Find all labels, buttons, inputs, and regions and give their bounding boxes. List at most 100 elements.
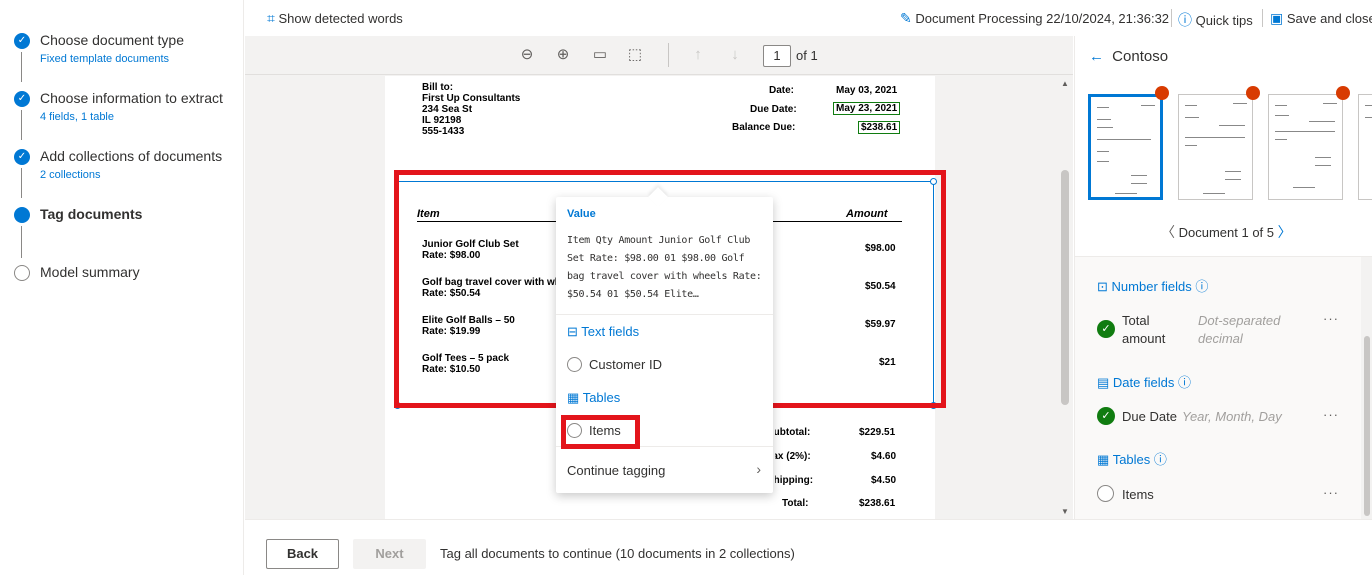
save-and-close-button[interactable]: ▣ Save and close: [1270, 10, 1372, 27]
quick-tips-label: Quick tips: [1195, 13, 1253, 28]
highlight-items-option: [561, 415, 640, 449]
document-thumbnail[interactable]: [1358, 94, 1372, 200]
step-title: Add collections of documents: [40, 148, 223, 164]
due-date-field[interactable]: Due Date: [1122, 408, 1177, 426]
tables-label: Tables: [582, 390, 621, 405]
checkmark-icon: ✓: [1097, 407, 1115, 425]
text-fields-label: Text fields: [581, 324, 640, 339]
step-subtitle: 2 collections: [40, 169, 101, 181]
text-fields-header: ⊟ Text fields: [567, 324, 639, 340]
back-button[interactable]: Back: [266, 539, 339, 569]
untagged-indicator: [1336, 86, 1350, 100]
scroll-down-icon[interactable]: ▼: [1061, 507, 1069, 516]
fit-page-icon[interactable]: ⬚: [626, 46, 644, 64]
arrow-up-icon[interactable]: ↑: [689, 46, 707, 64]
items-table-radio[interactable]: [1097, 485, 1114, 502]
total-amount-field[interactable]: Total amount: [1122, 312, 1182, 348]
customer-id-radio[interactable]: [567, 357, 582, 372]
more-icon[interactable]: ···: [1323, 407, 1339, 422]
due-date-value[interactable]: May 23, 2021: [833, 102, 901, 115]
step-title: Model summary: [40, 264, 140, 280]
step-title: Choose information to extract: [40, 90, 223, 106]
info-icon[interactable]: ⓘ: [1154, 452, 1167, 467]
document-navigator: 〈 Document 1 of 5 〉: [1161, 222, 1292, 242]
customer-id-option[interactable]: Customer ID: [589, 357, 662, 372]
step-connector: [21, 110, 22, 140]
divider: [1171, 9, 1172, 27]
checkmark-icon: ✓: [1097, 320, 1115, 338]
table-icon: ▦: [567, 390, 580, 405]
untagged-indicator: [1246, 86, 1260, 100]
back-to-collection-button[interactable]: ← Contoso: [1089, 48, 1168, 65]
fields-scroll-thumb[interactable]: [1364, 336, 1370, 516]
total-value: $229.51: [859, 427, 896, 438]
continue-tagging-button[interactable]: Continue tagging: [567, 463, 665, 478]
balance-due-label: Balance Due:: [732, 122, 796, 133]
date-value: May 03, 2021: [836, 85, 898, 96]
number-icon: ⊡: [1097, 279, 1108, 294]
fit-width-icon[interactable]: ▭: [591, 46, 609, 64]
total-value: $4.50: [871, 475, 897, 486]
number-fields-label: Number fields: [1111, 279, 1192, 294]
step-connector: [21, 52, 22, 82]
date-fields-label: Date fields: [1112, 375, 1175, 390]
help-icon: ⓘ: [1178, 12, 1192, 28]
date-label: Date:: [769, 85, 795, 96]
bill-to-line: First Up Consultants: [422, 93, 521, 104]
bill-to-line: 234 Sea St: [422, 104, 473, 115]
next-button[interactable]: Next: [353, 539, 426, 569]
document-processing-title[interactable]: ✎ Document Processing 22/10/2024, 21:36:…: [900, 10, 1169, 27]
top-command-bar: ⌗ Show detected words ✎ Document Process…: [245, 0, 1372, 36]
divider: [1262, 9, 1263, 27]
step-subtitle: Fixed template documents: [40, 53, 170, 65]
arrow-down-icon[interactable]: ↓: [726, 46, 744, 64]
calendar-icon: ▤: [1097, 375, 1110, 390]
chevron-right-icon: ›: [756, 461, 761, 477]
canvas-scroll-thumb[interactable]: [1061, 170, 1069, 405]
untagged-indicator: [1155, 86, 1169, 100]
save-close-label: Save and close: [1286, 11, 1372, 26]
viewer-toolbar: ⊖ ⊕ ▭ ⬚ ↑ ↓ 1 of 1: [245, 36, 1073, 75]
bill-to-line: IL 92198: [422, 115, 462, 126]
show-detected-words-button[interactable]: ⌗ Show detected words: [267, 10, 403, 27]
bill-to-line: Bill to:: [422, 82, 454, 93]
step-connector: [21, 226, 22, 258]
divider: [556, 314, 773, 315]
show-words-icon: ⌗: [267, 10, 275, 26]
tables-header: ▦ Tables: [567, 390, 620, 406]
chevron-left-icon[interactable]: 〈: [1161, 224, 1175, 240]
pencil-icon: ✎: [900, 10, 912, 26]
step-title: Choose document type: [40, 32, 184, 48]
doc-processing-label: Document Processing 22/10/2024, 21:36:32: [915, 11, 1170, 26]
step-connector: [21, 168, 22, 198]
info-icon[interactable]: ⓘ: [1195, 279, 1208, 294]
more-icon[interactable]: ···: [1323, 311, 1339, 326]
save-icon: ▣: [1270, 10, 1284, 26]
zoom-out-icon[interactable]: ⊖: [518, 46, 536, 64]
footer-bar: Back Next Tag all documents to continue …: [245, 519, 1372, 575]
quick-tips-button[interactable]: ⓘ Quick tips: [1178, 10, 1253, 30]
text-field-icon: ⊟: [567, 324, 578, 339]
scroll-up-icon[interactable]: ▲: [1061, 79, 1069, 88]
document-counter: Document 1 of 5: [1178, 225, 1275, 240]
document-thumbnails: [1075, 80, 1372, 210]
right-panel: ← Contoso 〈 Document 1 of 5 〉 ⊡ Number f…: [1074, 36, 1372, 575]
items-table-field[interactable]: Items: [1122, 486, 1154, 504]
divider: [668, 43, 669, 67]
zoom-in-icon[interactable]: ⊕: [554, 46, 572, 64]
chevron-right-icon[interactable]: 〉: [1278, 224, 1292, 240]
more-icon[interactable]: ···: [1323, 485, 1339, 500]
document-thumbnail[interactable]: [1178, 94, 1253, 200]
bill-to-line: 555-1433: [422, 126, 465, 137]
checkmark-icon: ✓: [14, 91, 30, 107]
document-thumbnail[interactable]: [1088, 94, 1163, 200]
info-icon[interactable]: ⓘ: [1178, 375, 1191, 390]
current-step-icon: [14, 207, 30, 223]
tables-label: Tables: [1112, 452, 1151, 467]
due-date-label: Due Date:: [750, 104, 797, 115]
page-total: of 1: [796, 48, 818, 63]
document-thumbnail[interactable]: [1268, 94, 1343, 200]
balance-due-value[interactable]: $238.61: [858, 121, 901, 134]
footer-message: Tag all documents to continue (10 docume…: [440, 546, 795, 561]
page-number-input[interactable]: 1: [763, 45, 791, 67]
